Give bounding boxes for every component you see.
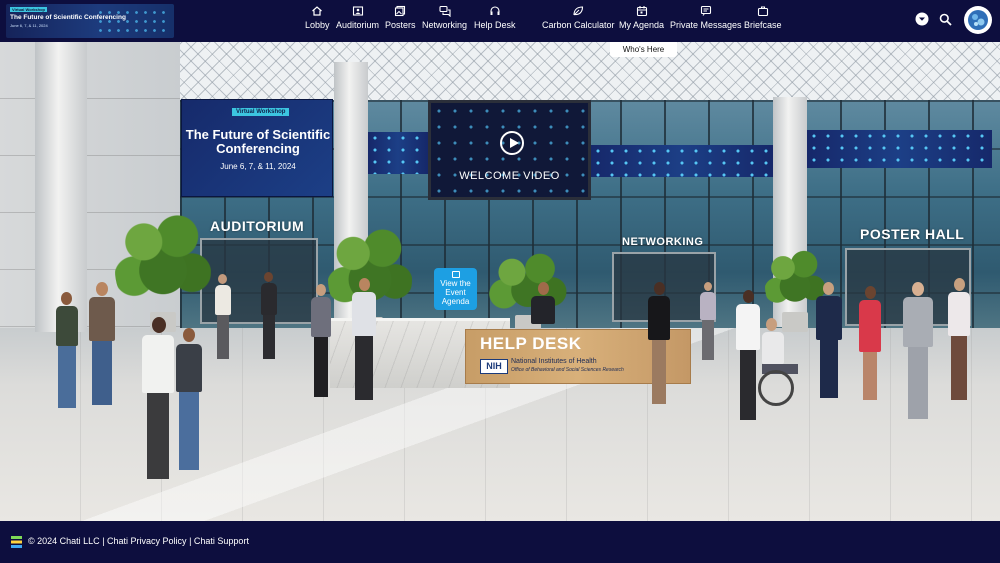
attendee [812, 282, 846, 400]
headset-icon [490, 6, 500, 15]
footer-links: © 2024 Chati LLC | Chati Privacy Policy … [28, 536, 249, 546]
banner-strip [368, 132, 428, 174]
nav-label: Networking [422, 20, 468, 30]
nav-label: Carbon Calculator [542, 20, 615, 30]
attendee [898, 282, 938, 422]
leaf-icon [573, 6, 584, 16]
whos-here-tab[interactable]: Who's Here [610, 42, 677, 57]
copyright-text: © 2024 Chati LLC [28, 536, 100, 546]
support-link[interactable]: Chati Support [194, 536, 249, 546]
separator: | [99, 536, 108, 546]
attendee [854, 286, 886, 402]
attendee [212, 274, 234, 360]
auditorium-icon [352, 6, 363, 16]
globe-avatar-icon [968, 10, 988, 30]
briefcase-icon [757, 6, 768, 17]
attendee [644, 282, 674, 406]
agenda-button-label: View the Event Agenda [440, 279, 471, 306]
nav-label: Help Desk [474, 20, 516, 30]
nav-lobby[interactable]: Lobby [305, 5, 330, 30]
help-desk-agent[interactable] [528, 282, 558, 324]
nav-my-agenda[interactable]: My Agenda [619, 5, 664, 30]
nih-name: National Institutes of Health [511, 358, 597, 365]
nav-private-messages[interactable]: Private Messages [670, 5, 742, 30]
attendee [698, 282, 718, 362]
privacy-policy-link[interactable]: Chati Privacy Policy [107, 536, 187, 546]
document-icon [451, 271, 460, 278]
attendee [258, 272, 280, 362]
chat-bubbles-icon [438, 5, 451, 17]
attendee [348, 278, 380, 402]
search-icon [939, 13, 952, 26]
nav-help-desk[interactable]: Help Desk [474, 5, 516, 30]
event-logo-banner[interactable]: Virtual Workshop The Future of Scientifi… [6, 4, 174, 38]
event-sign: Virtual Workshop The Future of Scientifi… [181, 99, 333, 197]
search-button[interactable] [937, 11, 953, 27]
nav-auditorium[interactable]: Auditorium [336, 5, 379, 30]
attendee [172, 328, 206, 472]
welcome-video-screen[interactable]: WELCOME VIDEO [428, 100, 591, 200]
plant [115, 202, 211, 332]
nih-office: Office of Behavioral and Social Sciences… [511, 367, 624, 373]
nav-label: Lobby [305, 20, 330, 30]
ceiling-truss [160, 42, 1000, 100]
home-icon [312, 6, 323, 16]
top-navigation-bar: Virtual Workshop The Future of Scientifi… [0, 0, 1000, 42]
attendee-wheelchair [758, 318, 810, 410]
sign-dates: June 6, 7, & 11, 2024 [220, 162, 296, 171]
calendar-icon [636, 6, 647, 17]
view-agenda-button[interactable]: View the Event Agenda [434, 268, 477, 310]
nih-logo: NIH [480, 359, 508, 374]
event-tag: Virtual Workshop [10, 7, 47, 12]
virtual-lobby: Virtual Workshop The Future of Scientifi… [0, 42, 1000, 521]
posters-icon [395, 5, 406, 17]
user-avatar[interactable] [964, 6, 992, 34]
pillar [35, 42, 87, 332]
event-dates: June 6, 7, & 11, 2024 [10, 23, 48, 28]
poster-hall-label[interactable]: POSTER HALL [860, 226, 964, 242]
nav-label: Auditorium [336, 20, 380, 30]
nav-posters[interactable]: Posters [385, 5, 416, 30]
footer-bar: © 2024 Chati LLC | Chati Privacy Policy … [0, 521, 1000, 563]
help-desk-label: HELP DESK [480, 334, 582, 353]
decorative-dots [96, 8, 170, 34]
nav-carbon-calculator[interactable]: Carbon Calculator [542, 5, 615, 30]
auditorium-label[interactable]: AUDITORIUM [210, 218, 304, 234]
nav-label: Briefcase [744, 20, 782, 30]
chevron-down-circle-icon [915, 12, 929, 26]
attendee [308, 284, 334, 400]
attendee [52, 292, 82, 410]
play-icon [500, 131, 524, 155]
nav-label: Private Messages [670, 20, 742, 30]
banner-strip [591, 145, 773, 177]
attendee [944, 278, 974, 404]
nav-networking[interactable]: Networking [422, 5, 467, 30]
nav-briefcase[interactable]: Briefcase [744, 5, 782, 30]
welcome-video-label: WELCOME VIDEO [459, 170, 560, 182]
nav-label: Posters [385, 20, 416, 30]
sign-tag: Virtual Workshop [232, 108, 290, 116]
nav-label: My Agenda [619, 20, 665, 30]
separator: | [186, 536, 194, 546]
attendee [84, 282, 120, 408]
sign-title: The Future of Scientific Conferencing [185, 127, 331, 156]
chati-logo-icon [11, 536, 22, 548]
networking-label[interactable]: NETWORKING [622, 236, 703, 248]
banner-strip [807, 130, 992, 168]
message-icon [700, 5, 711, 16]
dropdown-button[interactable] [914, 11, 930, 27]
